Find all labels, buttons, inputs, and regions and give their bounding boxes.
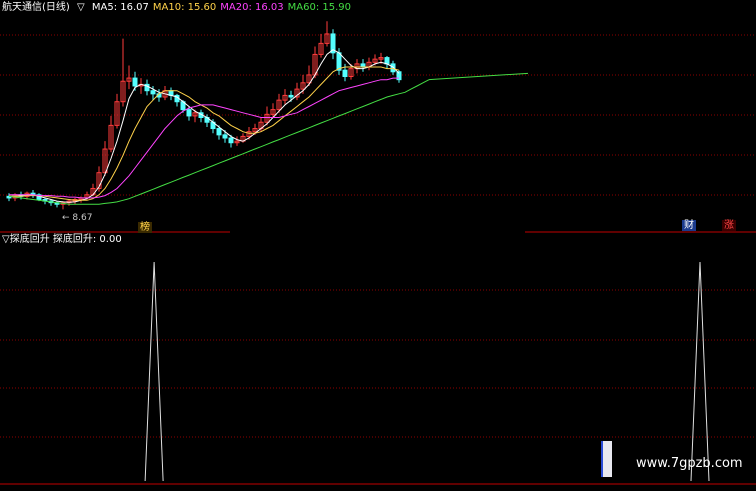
chart-stage: 航天通信(日线) ▽ MA5: 16.07 MA10: 15.60 MA20: 16…	[0, 0, 756, 487]
stock-title: 航天通信(日线)	[2, 2, 70, 13]
ma60-extension	[428, 72, 529, 81]
candle-body-63	[384, 57, 390, 65]
low-price-label: ← 8.67	[62, 213, 93, 223]
candle-body-36	[222, 134, 228, 139]
candle-body-55	[336, 52, 342, 71]
badge-rise[interactable]: 涨	[722, 220, 736, 231]
indicator-header[interactable]: ▽探底回升 探底回升: 0.00	[2, 234, 122, 246]
watermark-logo-icon	[601, 441, 612, 477]
header-marker[interactable]: ▽	[77, 2, 85, 13]
ma-legend-2: MA20: 16.03	[220, 2, 284, 13]
indicator-peak-0	[144, 261, 164, 482]
ma-legend-3: MA60: 15.90	[287, 2, 352, 13]
ma-line-ma10	[9, 66, 400, 201]
watermark-text: www.7gpzb.com	[636, 456, 743, 471]
ma-line-ma60	[8, 79, 430, 205]
indicator-peak-1	[690, 261, 710, 482]
candle-body-35	[216, 128, 222, 136]
candle-body-30	[186, 109, 192, 117]
candle-body-37	[228, 137, 234, 144]
candle-body-24	[150, 90, 156, 95]
candle-body-47	[288, 94, 294, 98]
candle-body-21	[132, 77, 138, 87]
badge-rank[interactable]: 榜	[138, 222, 152, 233]
ma-legend: MA5: 16.07 MA10: 15.60 MA20: 16.03 MA60: 15…	[92, 2, 355, 13]
ma-line-ma5	[9, 49, 400, 203]
ma-line-ma20	[9, 77, 399, 199]
candle-body-56	[342, 69, 348, 77]
ma-legend-1: MA10: 15.60	[152, 2, 217, 13]
badge-finance[interactable]: 财	[682, 220, 696, 231]
ma-legend-0: MA5: 16.07	[91, 2, 149, 13]
chart-header: 航天通信(日线) ▽ MA5: 16.07 MA10: 15.60 MA20: 16…	[2, 2, 359, 14]
